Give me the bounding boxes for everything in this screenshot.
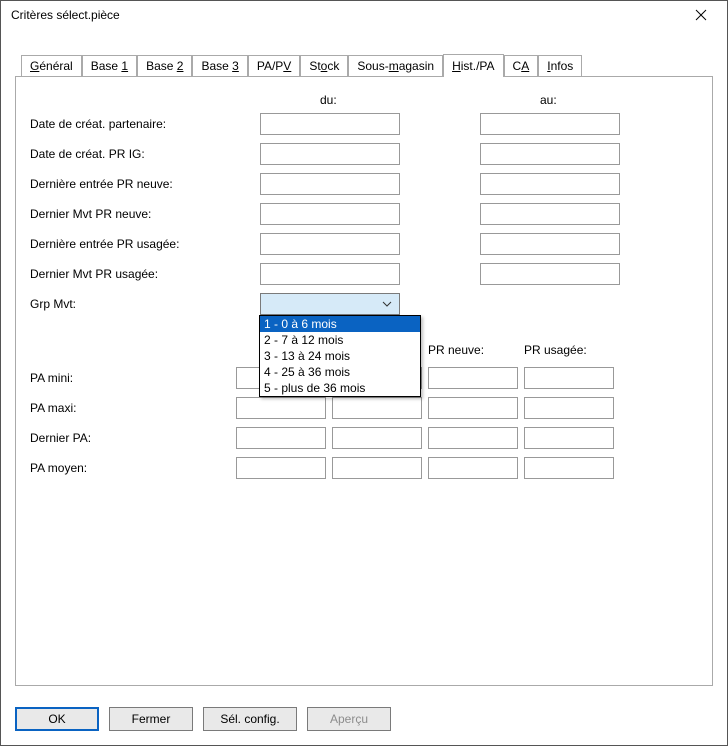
grp-mvt-combo[interactable]: 1 - 0 à 6 mois2 - 7 à 12 mois3 - 13 à 24… <box>260 293 400 315</box>
date-to-input[interactable] <box>480 173 620 195</box>
grp-mvt-label: Grp Mvt: <box>30 297 260 311</box>
date-row-0: Date de créat. partenaire: <box>30 113 698 135</box>
grp-mvt-option[interactable]: 1 - 0 à 6 mois <box>260 316 420 332</box>
pa-input-3[interactable] <box>524 427 614 449</box>
pa-header-4: PR usagée: <box>524 343 614 357</box>
ok-button[interactable]: OK <box>15 707 99 731</box>
date-row-label: Dernière entrée PR neuve: <box>30 177 260 191</box>
tab-9[interactable]: Infos <box>538 55 582 76</box>
chevron-down-icon <box>378 295 395 313</box>
date-column-headers: du: au: <box>30 93 698 107</box>
pa-input-0[interactable] <box>236 457 326 479</box>
date-row-5: Dernier Mvt PR usagée: <box>30 263 698 285</box>
pa-row-label: PA moyen: <box>30 461 230 475</box>
client-area: GénéralBase 1Base 2Base 3PA/PVStockSous-… <box>1 29 727 745</box>
button-bar: OK Fermer Sél. config. Aperçu <box>15 707 391 731</box>
tab-3[interactable]: Base 3 <box>192 55 247 76</box>
pa-input-2[interactable] <box>428 457 518 479</box>
grp-mvt-option[interactable]: 4 - 25 à 36 mois <box>260 364 420 380</box>
grp-mvt-combo-box[interactable] <box>260 293 400 315</box>
date-row-2: Dernière entrée PR neuve: <box>30 173 698 195</box>
pa-input-1[interactable] <box>332 397 422 419</box>
grp-mvt-option[interactable]: 2 - 7 à 12 mois <box>260 332 420 348</box>
date-to-input[interactable] <box>480 263 620 285</box>
pa-input-1[interactable] <box>332 457 422 479</box>
grp-mvt-option[interactable]: 5 - plus de 36 mois <box>260 380 420 396</box>
titlebar: Critères sélect.pièce <box>1 1 727 29</box>
date-from-input[interactable] <box>260 233 400 255</box>
window-title: Critères sélect.pièce <box>11 8 120 22</box>
pa-input-3[interactable] <box>524 367 614 389</box>
pa-input-0[interactable] <box>236 397 326 419</box>
date-row-1: Date de créat. PR IG: <box>30 143 698 165</box>
pa-input-3[interactable] <box>524 457 614 479</box>
tab-strip: GénéralBase 1Base 2Base 3PA/PVStockSous-… <box>15 53 713 76</box>
pa-row-3: PA moyen: <box>30 457 698 479</box>
date-from-input[interactable] <box>260 143 400 165</box>
pa-row-label: Dernier PA: <box>30 431 230 445</box>
tab-4[interactable]: PA/PV <box>248 55 300 76</box>
pa-input-0[interactable] <box>236 427 326 449</box>
date-to-input[interactable] <box>480 203 620 225</box>
tab-5[interactable]: Stock <box>300 55 348 76</box>
date-row-label: Dernière entrée PR usagée: <box>30 237 260 251</box>
grp-mvt-option[interactable]: 3 - 13 à 24 mois <box>260 348 420 364</box>
pa-row-1: PA maxi: <box>30 397 698 419</box>
date-from-input[interactable] <box>260 113 400 135</box>
date-row-label: Dernier Mvt PR neuve: <box>30 207 260 221</box>
grp-mvt-dropdown[interactable]: 1 - 0 à 6 mois2 - 7 à 12 mois3 - 13 à 24… <box>259 315 421 397</box>
date-row-label: Dernier Mvt PR usagée: <box>30 267 260 281</box>
date-row-3: Dernier Mvt PR neuve: <box>30 203 698 225</box>
pa-input-3[interactable] <box>524 397 614 419</box>
date-row-label: Date de créat. PR IG: <box>30 147 260 161</box>
grp-mvt-row: Grp Mvt: 1 - 0 à 6 mois2 - 7 à 12 mois3 … <box>30 293 698 315</box>
date-to-input[interactable] <box>480 233 620 255</box>
preview-button: Aperçu <box>307 707 391 731</box>
tab-2[interactable]: Base 2 <box>137 55 192 76</box>
column-header-from: du: <box>260 93 410 107</box>
tab-6[interactable]: Sous-magasin <box>348 55 443 76</box>
select-config-button[interactable]: Sél. config. <box>203 707 297 731</box>
tab-0[interactable]: Général <box>21 55 82 76</box>
pa-row-label: PA maxi: <box>30 401 230 415</box>
dialog-window: Critères sélect.pièce GénéralBase 1Base … <box>0 0 728 746</box>
date-row-4: Dernière entrée PR usagée: <box>30 233 698 255</box>
date-row-label: Date de créat. partenaire: <box>30 117 260 131</box>
date-to-input[interactable] <box>480 143 620 165</box>
date-to-input[interactable] <box>480 113 620 135</box>
date-from-input[interactable] <box>260 203 400 225</box>
close-button[interactable]: Fermer <box>109 707 193 731</box>
date-range-rows: Date de créat. partenaire: Date de créat.… <box>30 113 698 285</box>
pa-input-2[interactable] <box>428 427 518 449</box>
tab-1[interactable]: Base 1 <box>82 55 137 76</box>
tab-7[interactable]: Hist./PA <box>443 54 503 77</box>
pa-input-2[interactable] <box>428 397 518 419</box>
pa-row-2: Dernier PA: <box>30 427 698 449</box>
date-from-input[interactable] <box>260 263 400 285</box>
close-icon[interactable] <box>681 1 721 29</box>
tab-8[interactable]: CA <box>504 55 539 76</box>
column-header-to: au: <box>480 93 630 107</box>
tab-page-hist-pa: du: au: Date de créat. partenaire:Date d… <box>15 76 713 686</box>
date-from-input[interactable] <box>260 173 400 195</box>
pa-input-2[interactable] <box>428 367 518 389</box>
pa-row-label: PA mini: <box>30 371 230 385</box>
pa-input-1[interactable] <box>332 427 422 449</box>
pa-header-3: PR neuve: <box>428 343 518 357</box>
